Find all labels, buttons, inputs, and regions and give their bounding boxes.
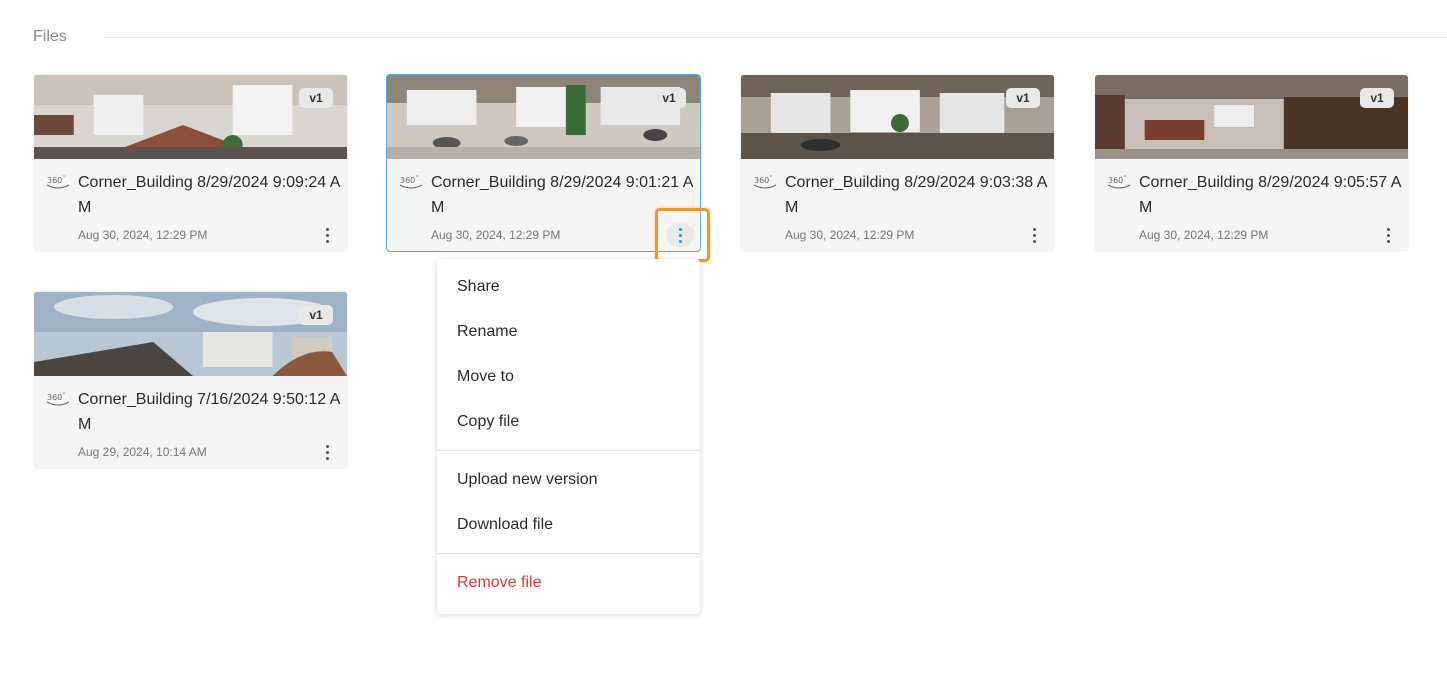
file-card[interactable]: v1 360 ° Corner_Building 8/29/2024 9:09:… (33, 74, 348, 252)
menu-item-copy-file[interactable]: Copy file (457, 413, 519, 431)
file-name[interactable]: Corner_Building 8/29/2024 9:09:24 AM (78, 170, 344, 220)
menu-item-move-to[interactable]: Move to (457, 368, 514, 386)
menu-item-upload-new-version[interactable]: Upload new version (457, 471, 598, 489)
more-options-button[interactable] (1374, 223, 1402, 247)
360-panorama-icon: 360 ° (1107, 175, 1131, 189)
file-name[interactable]: Corner_Building 8/29/2024 9:05:57 AM (1139, 170, 1405, 220)
svg-text:360: 360 (1108, 176, 1123, 185)
file-name[interactable]: Corner_Building 7/16/2024 9:50:12 AM (78, 387, 344, 437)
svg-text:°: ° (1124, 175, 1126, 181)
file-date: Aug 30, 2024, 12:29 PM (785, 228, 915, 242)
menu-item-share[interactable]: Share (457, 278, 500, 296)
file-card[interactable]: v1 360 ° Corner_Building 8/29/2024 9:03:… (740, 74, 1055, 252)
360-panorama-icon: 360 ° (46, 175, 70, 189)
svg-text:360: 360 (47, 393, 62, 402)
360-panorama-icon: 360 ° (399, 175, 423, 189)
file-thumbnail: v1 (34, 292, 347, 376)
svg-text:°: ° (63, 392, 65, 398)
more-vertical-icon (1386, 227, 1390, 231)
version-badge: v1 (299, 305, 333, 325)
file-thumbnail: v1 (34, 75, 347, 159)
file-thumbnail: v1 (387, 75, 700, 159)
menu-divider (437, 450, 700, 451)
more-vertical-icon (325, 444, 329, 448)
more-options-button[interactable] (1020, 223, 1048, 247)
menu-item-rename[interactable]: Rename (457, 323, 517, 341)
file-context-menu: Share Rename Move to Copy file Upload ne… (437, 259, 700, 614)
version-badge: v1 (299, 88, 333, 108)
svg-text:360: 360 (47, 176, 62, 185)
svg-text:360: 360 (754, 176, 769, 185)
file-date: Aug 30, 2024, 12:29 PM (78, 228, 208, 242)
menu-divider (437, 553, 700, 554)
file-card[interactable]: v1 360 ° Corner_Building 8/29/2024 9:01:… (386, 74, 701, 252)
svg-text:°: ° (63, 175, 65, 181)
svg-text:°: ° (770, 175, 772, 181)
file-card[interactable]: v1 360 ° Corner_Building 8/29/2024 9:05:… (1094, 74, 1409, 252)
version-badge: v1 (652, 88, 686, 108)
more-vertical-icon (1032, 227, 1036, 231)
more-options-button[interactable] (313, 223, 341, 247)
file-date: Aug 30, 2024, 12:29 PM (1139, 228, 1269, 242)
svg-text:360: 360 (400, 176, 415, 185)
file-thumbnail: v1 (1095, 75, 1408, 159)
section-divider (104, 37, 1447, 38)
focus-highlight (655, 208, 710, 262)
file-name[interactable]: Corner_Building 8/29/2024 9:03:38 AM (785, 170, 1051, 220)
360-panorama-icon: 360 ° (46, 392, 70, 406)
menu-item-download-file[interactable]: Download file (457, 516, 553, 534)
more-vertical-icon (325, 227, 329, 231)
files-section-header: Files (33, 28, 1447, 48)
file-date: Aug 30, 2024, 12:29 PM (431, 228, 561, 242)
menu-item-remove-file[interactable]: Remove file (457, 574, 541, 592)
360-panorama-icon: 360 ° (753, 175, 777, 189)
version-badge: v1 (1006, 88, 1040, 108)
section-title: Files (33, 28, 67, 45)
file-thumbnail: v1 (741, 75, 1054, 159)
svg-text:°: ° (416, 175, 418, 181)
file-date: Aug 29, 2024, 10:14 AM (78, 445, 207, 459)
more-options-button[interactable] (313, 440, 341, 464)
version-badge: v1 (1360, 88, 1394, 108)
file-card[interactable]: v1 360 ° Corner_Building 7/16/2024 9:50:… (33, 291, 348, 469)
